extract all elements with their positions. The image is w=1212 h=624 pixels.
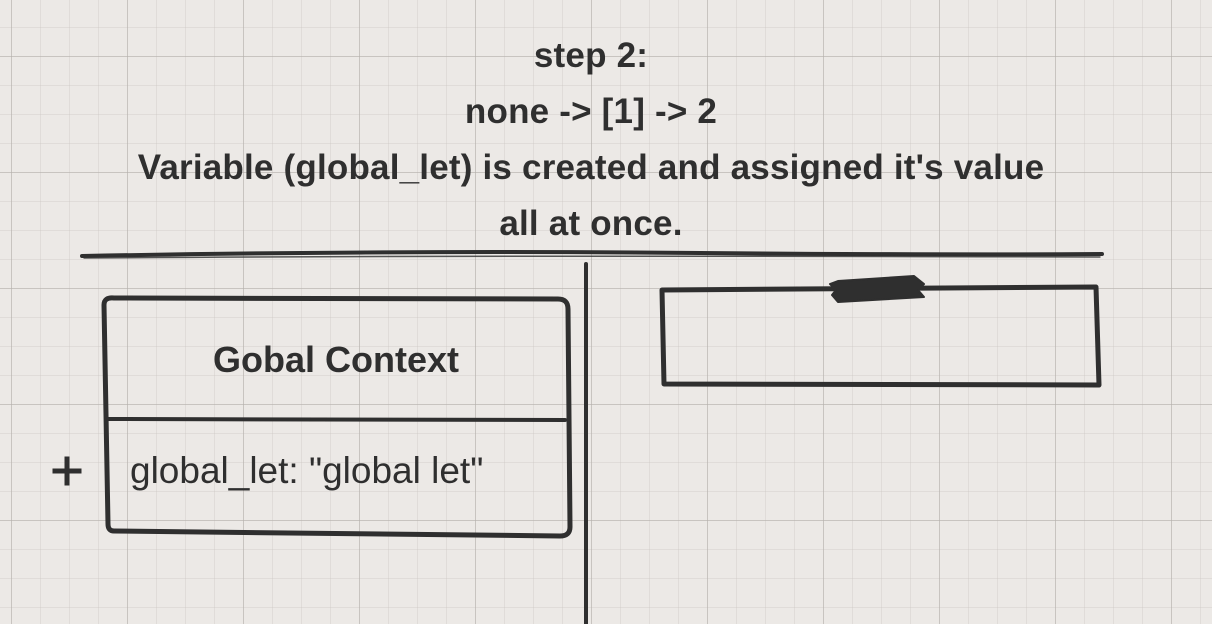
- execution-stack-box: [659, 284, 1102, 388]
- plus-icon[interactable]: [52, 456, 82, 486]
- global-context-box: [101, 295, 573, 539]
- global-context-title: Gobal Context: [212, 339, 459, 380]
- global-context-row: global_let: "global let": [130, 450, 484, 491]
- heading-divider: [80, 250, 1104, 258]
- global-context-divider: [106, 417, 567, 422]
- tape-icon: [829, 275, 925, 303]
- sketch-canvas: [80, 250, 1104, 624]
